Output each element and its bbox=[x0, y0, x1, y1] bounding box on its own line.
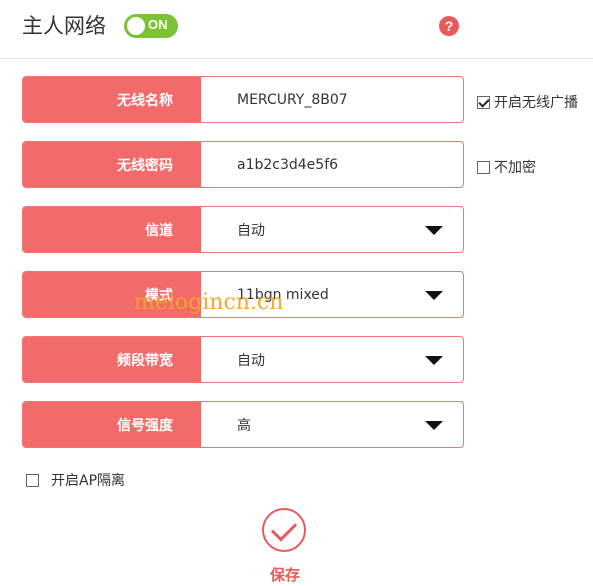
ssid-input[interactable]: MERCURY_8B07 bbox=[237, 77, 348, 122]
chevron-down-icon[interactable] bbox=[425, 356, 443, 365]
chevron-down-icon[interactable] bbox=[425, 226, 443, 235]
ap-isolation-checkbox-box[interactable] bbox=[26, 473, 39, 487]
help-icon[interactable]: ? bbox=[439, 16, 459, 36]
toggle-label: ON bbox=[148, 17, 168, 32]
ap-isolation-checkbox[interactable]: 开启AP隔离 bbox=[26, 470, 125, 490]
header-divider bbox=[0, 58, 593, 59]
password-input[interactable]: a1b2c3d4e5f6 bbox=[237, 142, 338, 187]
bandwidth-select[interactable]: 频段带宽 自动 bbox=[22, 336, 464, 383]
page-title: 主人网络 bbox=[22, 14, 106, 38]
host-network-toggle[interactable]: ON bbox=[124, 14, 178, 38]
broadcast-checkbox-label: 开启无线广播 bbox=[494, 95, 578, 111]
signal-strength-value: 高 bbox=[237, 417, 251, 434]
password-label: 无线密码 bbox=[23, 142, 201, 187]
save-button[interactable] bbox=[262, 508, 306, 552]
watermark: melogincn.cn bbox=[134, 290, 284, 315]
signal-strength-select[interactable]: 信号强度 高 bbox=[22, 401, 464, 448]
password-field[interactable]: 无线密码 a1b2c3d4e5f6 bbox=[22, 141, 464, 188]
ap-isolation-checkbox-label: 开启AP隔离 bbox=[51, 473, 126, 489]
channel-label: 信道 bbox=[23, 207, 201, 252]
toggle-knob bbox=[127, 17, 145, 35]
signal-strength-label: 信号强度 bbox=[23, 402, 201, 447]
channel-value: 自动 bbox=[237, 222, 265, 239]
checkmark-icon bbox=[270, 515, 298, 542]
save-label[interactable]: 保存 bbox=[262, 564, 308, 585]
header: 主人网络 ON ? bbox=[0, 0, 593, 60]
channel-select[interactable]: 信道 自动 bbox=[22, 206, 464, 253]
bandwidth-label: 频段带宽 bbox=[23, 337, 201, 382]
ssid-field[interactable]: 无线名称 MERCURY_8B07 bbox=[22, 76, 464, 123]
chevron-down-icon[interactable] bbox=[425, 291, 443, 300]
broadcast-checkbox[interactable]: 开启无线广播 bbox=[477, 92, 578, 112]
ssid-label: 无线名称 bbox=[23, 77, 201, 122]
no-encrypt-checkbox-label: 不加密 bbox=[494, 160, 536, 176]
broadcast-checkbox-box[interactable] bbox=[477, 95, 490, 109]
chevron-down-icon[interactable] bbox=[425, 421, 443, 430]
bandwidth-value: 自动 bbox=[237, 352, 265, 369]
no-encrypt-checkbox[interactable]: 不加密 bbox=[477, 157, 536, 177]
no-encrypt-checkbox-box[interactable] bbox=[477, 160, 490, 174]
